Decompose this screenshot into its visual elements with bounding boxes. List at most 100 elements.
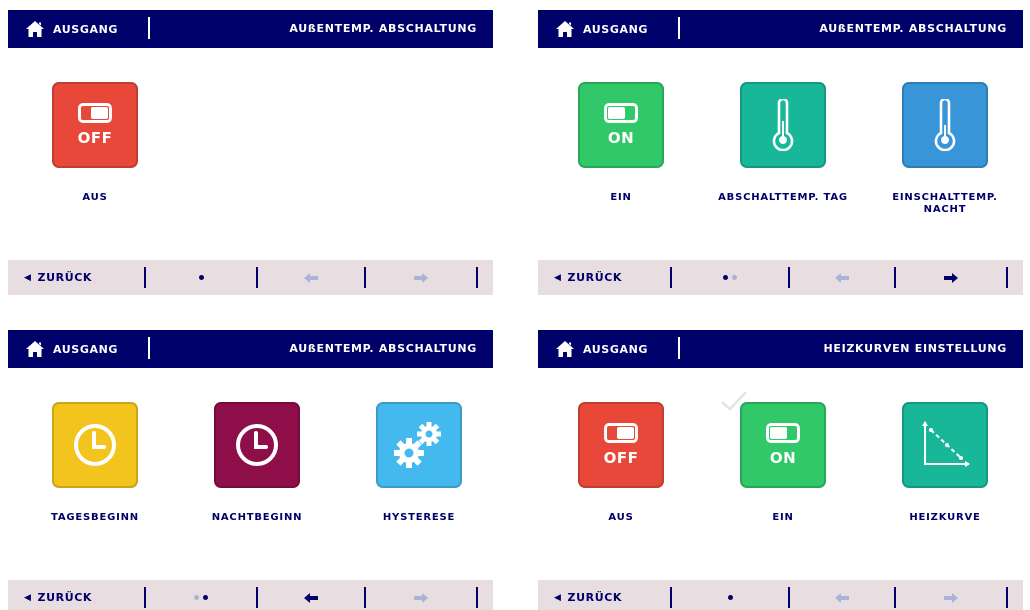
page-dot — [732, 275, 737, 280]
tile-label: AUS — [82, 192, 108, 203]
tile-ein[interactable]: ON — [740, 402, 826, 488]
home-icon — [556, 341, 574, 357]
tile-einschalttemp-nacht[interactable] — [902, 82, 988, 168]
tile-label: HEIZKURVE — [909, 512, 981, 523]
arrow-right-icon — [414, 592, 428, 603]
screen-panel-4: AUSGANG HEIZKURVEN EINSTELLUNG OFF AUS O… — [530, 330, 1030, 610]
arrow-left-icon — [835, 592, 849, 603]
prev-page-button[interactable] — [790, 580, 894, 610]
tile-tagesbeginn[interactable] — [52, 402, 138, 488]
back-label: ZURÜCK — [37, 271, 93, 284]
next-page-button[interactable] — [366, 580, 476, 610]
footer-divider — [476, 267, 478, 288]
screen-panel-2: AUSGANG AUßENTEMP. ABSCHALTUNG ON EIN AB… — [530, 10, 1030, 300]
tile-label: NACHTBEGINN — [211, 512, 303, 523]
arrow-right-icon — [944, 592, 958, 603]
page-dot — [194, 595, 199, 600]
exit-button[interactable]: AUSGANG — [538, 10, 678, 48]
screen-panel-3: AUSGANG AUßENTEMP. ABSCHALTUNG TAGESBEGI… — [0, 330, 500, 610]
back-button[interactable]: ◀ ZURÜCK — [8, 580, 138, 610]
thermometer-icon — [772, 99, 794, 151]
page-dot-active — [203, 595, 208, 600]
screen-title: HEIZKURVEN EINSTELLUNG — [823, 342, 1007, 355]
page-indicator — [146, 260, 256, 295]
header-bar: AUSGANG HEIZKURVEN EINSTELLUNG — [538, 330, 1023, 368]
back-label: ZURÜCK — [37, 591, 93, 604]
clock-icon — [74, 424, 116, 466]
home-icon — [26, 341, 44, 357]
arrow-left-icon — [304, 272, 318, 283]
header-divider — [678, 17, 680, 39]
toggle-on-icon — [604, 103, 638, 123]
screen-title: AUßENTEMP. ABSCHALTUNG — [289, 342, 477, 355]
back-arrow-icon: ◀ — [554, 272, 562, 283]
tile-heizkurve[interactable] — [902, 402, 988, 488]
arrow-left-icon — [304, 592, 318, 603]
footer-divider — [1006, 587, 1008, 608]
tile-hysterese[interactable] — [376, 402, 462, 488]
back-label: ZURÜCK — [567, 591, 623, 604]
back-button[interactable]: ◀ ZURÜCK — [538, 580, 668, 610]
footer-bar: ◀ ZURÜCK — [8, 580, 493, 610]
exit-label: AUSGANG — [583, 22, 649, 36]
prev-page-button[interactable] — [790, 260, 894, 295]
tile-nachtbeginn[interactable] — [214, 402, 300, 488]
tile-label: HYSTERESE — [382, 512, 456, 523]
toggle-on-icon — [766, 423, 800, 443]
footer-divider — [476, 587, 478, 608]
clock-icon — [236, 424, 278, 466]
tile-label: EIN — [610, 192, 632, 203]
exit-button[interactable]: AUSGANG — [8, 330, 148, 368]
toggle-state-text: OFF — [77, 129, 113, 147]
next-page-button[interactable] — [896, 260, 1006, 295]
toggle-state-text: OFF — [603, 449, 639, 467]
arrow-left-icon — [835, 272, 849, 283]
back-arrow-icon: ◀ — [24, 592, 32, 603]
back-arrow-icon: ◀ — [554, 592, 562, 603]
tile-abschalttemp-tag[interactable] — [740, 82, 826, 168]
header-divider — [148, 337, 150, 359]
footer-divider — [1006, 267, 1008, 288]
tile-aus[interactable]: OFF — [578, 402, 664, 488]
toggle-state-text: ON — [607, 129, 635, 147]
next-page-button[interactable] — [896, 580, 1006, 610]
arrow-right-icon — [414, 272, 428, 283]
exit-label: AUSGANG — [53, 22, 119, 36]
exit-label: AUSGANG — [53, 342, 119, 356]
page-indicator — [672, 580, 788, 610]
back-button[interactable]: ◀ ZURÜCK — [8, 260, 138, 295]
prev-page-button[interactable] — [258, 260, 364, 295]
header-bar: AUSGANG AUßENTEMP. ABSCHALTUNG — [538, 10, 1023, 48]
thermometer-icon — [934, 99, 956, 151]
page-dot-active — [727, 595, 733, 600]
gears-icon — [394, 422, 441, 468]
footer-bar: ◀ ZURÜCK — [538, 260, 1023, 295]
prev-page-button[interactable] — [258, 580, 364, 610]
page-indicator — [146, 580, 256, 610]
tile-label: EIN — [772, 512, 794, 523]
screen-title: AUßENTEMP. ABSCHALTUNG — [289, 22, 477, 35]
tile-ein[interactable]: ON — [578, 82, 664, 168]
exit-button[interactable]: AUSGANG — [538, 330, 678, 368]
page-indicator — [672, 260, 788, 295]
heating-curve-icon — [922, 421, 970, 467]
footer-bar: ◀ ZURÜCK — [8, 260, 493, 295]
exit-label: AUSGANG — [583, 342, 649, 356]
header-bar: AUSGANG AUßENTEMP. ABSCHALTUNG — [8, 10, 493, 48]
screen-panel-1: AUSGANG AUßENTEMP. ABSCHALTUNG OFF AUS ◀… — [0, 10, 500, 300]
header-divider — [678, 337, 680, 359]
tile-label: TAGESBEGINN — [51, 512, 139, 523]
tile-aus[interactable]: OFF — [52, 82, 138, 168]
back-button[interactable]: ◀ ZURÜCK — [538, 260, 668, 295]
page-dot-active — [198, 275, 204, 280]
arrow-right-icon — [944, 272, 958, 283]
home-icon — [26, 21, 44, 37]
page-dot-active — [723, 275, 728, 280]
tile-label: EINSCHALTTEMP. NACHT — [892, 192, 998, 215]
header-bar: AUSGANG AUßENTEMP. ABSCHALTUNG — [8, 330, 493, 368]
footer-bar: ◀ ZURÜCK — [538, 580, 1023, 610]
tile-label: AUS — [608, 512, 634, 523]
next-page-button[interactable] — [366, 260, 476, 295]
exit-button[interactable]: AUSGANG — [8, 10, 148, 48]
toggle-off-icon — [604, 423, 638, 443]
